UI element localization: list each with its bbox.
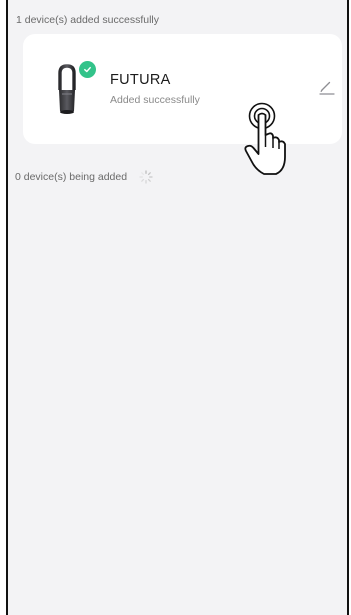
devices-being-added-label: 0 device(s) being added [15, 171, 128, 183]
check-badge-icon [79, 61, 96, 78]
devices-being-added-row: 0 device(s) being added [15, 170, 153, 184]
pencil-edit-icon [319, 81, 335, 95]
device-name: FUTURA [110, 72, 171, 88]
added-devices-header: 1 device(s) added successfully [16, 14, 159, 26]
edit-device-name-button[interactable] [317, 80, 337, 96]
device-status-text: Added successfully [110, 94, 200, 106]
device-add-screen: 1 device(s) added successfully FUTURA Ad… [6, 0, 349, 615]
tower-fan-device-icon [58, 64, 76, 114]
hand-pointer-cursor-icon [244, 102, 286, 175]
loading-spinner-icon [139, 170, 153, 184]
